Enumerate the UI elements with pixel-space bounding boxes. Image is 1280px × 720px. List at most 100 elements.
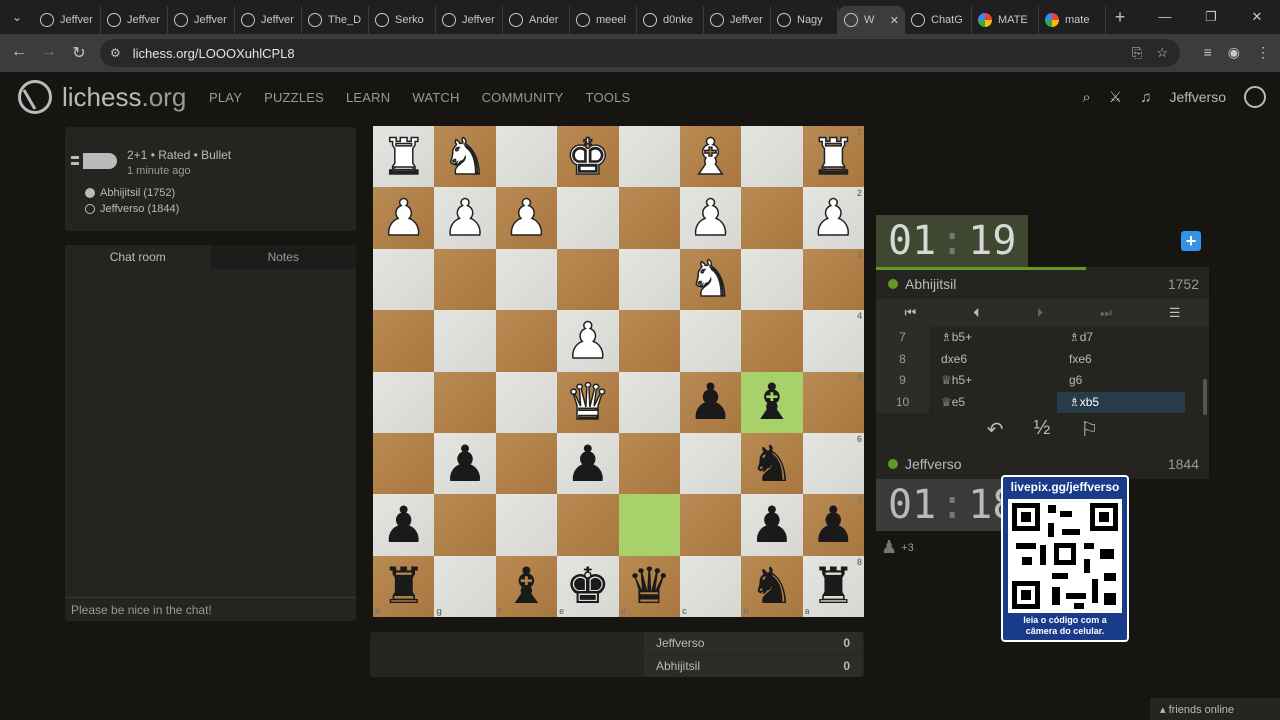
board-square[interactable]: [434, 310, 496, 372]
bookmark-star-icon[interactable]: ☆: [1156, 45, 1168, 61]
reload-icon[interactable]: ↻: [64, 43, 94, 63]
nav-play[interactable]: PLAY: [209, 90, 242, 105]
bell-icon[interactable]: ♫: [1140, 89, 1151, 106]
board-square[interactable]: ♜ h: [373, 555, 435, 617]
menu-icon[interactable]: ⋮: [1256, 44, 1270, 61]
browser-tab[interactable]: Serko: [369, 6, 436, 34]
board-square[interactable]: [679, 310, 742, 372]
site-logo[interactable]: lichess.org: [18, 80, 186, 114]
top-player-name[interactable]: Abhijitsil: [905, 276, 956, 292]
minimize-icon[interactable]: —: [1142, 9, 1188, 25]
board-square[interactable]: ♞: [741, 432, 803, 495]
nav-tools[interactable]: TOOLS: [586, 90, 631, 105]
black-move[interactable]: fxe6: [1057, 349, 1185, 371]
nav-community[interactable]: COMMUNITY: [482, 90, 564, 105]
site-info-icon[interactable]: ⚙: [110, 46, 121, 60]
board-square[interactable]: ♟: [679, 187, 742, 249]
black-pawn-icon[interactable]: ♟: [381, 500, 426, 550]
board-square[interactable]: [618, 371, 680, 433]
black-knight-icon[interactable]: ♞: [750, 439, 795, 489]
friends-online-toggle[interactable]: ▴ friends online: [1150, 698, 1280, 720]
black-pawn-icon[interactable]: ♟: [688, 377, 733, 427]
new-tab-button[interactable]: +: [1106, 7, 1134, 28]
board-square[interactable]: [373, 432, 435, 495]
board-square[interactable]: [679, 432, 742, 495]
board-square[interactable]: ♟: [434, 432, 496, 495]
board-square[interactable]: [741, 310, 803, 372]
black-king-icon[interactable]: ♚: [565, 561, 610, 611]
browser-tab[interactable]: The_D: [302, 6, 369, 34]
black-move[interactable]: ♗xb5: [1057, 391, 1185, 413]
first-move-icon[interactable]: ⏮: [904, 305, 916, 321]
board-square[interactable]: ♟: [679, 371, 742, 433]
white-pawn-icon[interactable]: ♟: [442, 192, 488, 244]
install-icon[interactable]: ⎘: [1132, 45, 1142, 61]
offer-draw-button[interactable]: ½: [1034, 417, 1051, 447]
browser-tab[interactable]: ChatG: [905, 6, 972, 34]
board-square[interactable]: [434, 494, 496, 556]
last-move-icon[interactable]: ⏭: [1100, 305, 1112, 321]
board-square[interactable]: [618, 494, 680, 556]
board-square[interactable]: ♞: [679, 248, 742, 311]
board-square[interactable]: 5: [802, 371, 864, 433]
black-move[interactable]: ♗d7: [1057, 327, 1185, 349]
board-square[interactable]: ♛ d: [618, 555, 680, 617]
black-player-row[interactable]: Jeffverso (1844): [85, 203, 179, 215]
black-pawn-icon[interactable]: ♟: [443, 439, 488, 489]
nav-watch[interactable]: WATCH: [412, 90, 459, 105]
white-knight-icon[interactable]: ♞: [687, 254, 733, 306]
nav-learn[interactable]: LEARN: [346, 90, 390, 105]
white-pawn-icon[interactable]: ♟: [565, 315, 611, 367]
bottom-player-name[interactable]: Jeffverso: [905, 456, 962, 472]
board-square[interactable]: 3: [802, 248, 864, 311]
browser-tab[interactable]: Ander: [503, 6, 570, 34]
board-square[interactable]: [557, 248, 619, 311]
white-knight-icon[interactable]: ♞: [442, 131, 488, 183]
back-icon[interactable]: ←: [4, 43, 34, 61]
next-move-icon[interactable]: ⏵: [1037, 305, 1044, 321]
white-queen-icon[interactable]: ♛: [565, 376, 611, 428]
board-square[interactable]: [679, 494, 742, 556]
board-square[interactable]: ♟ 2: [802, 187, 864, 249]
nav-puzzles[interactable]: PUZZLES: [264, 90, 324, 105]
board-square[interactable]: [495, 432, 558, 495]
black-rook-icon[interactable]: ♜: [381, 561, 426, 611]
board-square[interactable]: ♟: [557, 432, 619, 495]
chat-input[interactable]: Please be nice in the chat!: [65, 597, 356, 621]
browser-tab[interactable]: Jeffver: [101, 6, 168, 34]
board-square[interactable]: [373, 371, 435, 433]
white-move[interactable]: dxe6: [929, 349, 1057, 371]
board-square[interactable]: ♚: [557, 126, 619, 188]
browser-tab[interactable]: meeel: [570, 6, 637, 34]
board-square[interactable]: [618, 126, 680, 188]
browser-tab[interactable]: Jeffver: [235, 6, 302, 34]
board-square[interactable]: [495, 371, 558, 433]
search-icon[interactable]: ⌕: [1082, 89, 1090, 106]
board-square[interactable]: ♞ b: [741, 555, 803, 617]
move-list-scrollbar[interactable]: [1203, 379, 1207, 415]
board-square[interactable]: [741, 126, 803, 188]
browser-tab[interactable]: Jeffver: [168, 6, 235, 34]
board-square[interactable]: ♟: [373, 494, 435, 556]
close-window-icon[interactable]: ✕: [1234, 9, 1280, 25]
white-pawn-icon[interactable]: ♟: [810, 192, 856, 244]
board-square[interactable]: ♚ e: [557, 555, 619, 617]
board-square[interactable]: [373, 248, 435, 311]
forward-icon[interactable]: →: [34, 43, 64, 61]
board-square[interactable]: ♞: [434, 126, 496, 188]
score-player-name[interactable]: Abhijitsil: [656, 659, 700, 673]
board-square[interactable]: [618, 432, 680, 495]
board-square[interactable]: [434, 248, 496, 311]
board-square[interactable]: [495, 494, 558, 556]
board-square[interactable]: [741, 187, 803, 249]
browser-tab[interactable]: W ✕: [838, 6, 905, 34]
black-rook-icon[interactable]: ♜: [811, 561, 856, 611]
board-square[interactable]: ♝: [679, 126, 742, 188]
board-square[interactable]: [557, 187, 619, 249]
menu-lines-icon[interactable]: ☰: [1169, 305, 1181, 321]
board-square[interactable]: ♜: [373, 126, 435, 188]
board-square[interactable]: ♟: [495, 187, 558, 249]
board-square[interactable]: [434, 371, 496, 433]
black-queen-icon[interactable]: ♛: [627, 561, 672, 611]
user-menu[interactable]: Jeffverso: [1169, 89, 1226, 105]
